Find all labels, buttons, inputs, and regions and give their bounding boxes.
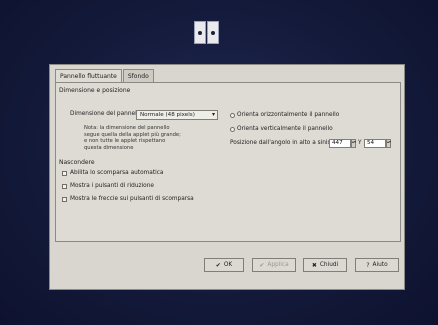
ok-button[interactable]: ✔ OK [204,258,244,272]
orient-horizontal-radio[interactable] [230,113,235,118]
group-hide-title: Nascondere [59,159,95,166]
show-arrows-checkbox[interactable] [62,197,67,202]
ok-label: OK [223,262,233,268]
chevron-down-icon: ▾ [211,111,215,118]
close-label: Chiudi [319,262,339,268]
help-icon: ? [366,261,370,269]
auto-hide-checkbox[interactable] [62,171,67,176]
ok-icon: ✔ [215,261,221,269]
y-position-input[interactable]: 54 [364,139,386,148]
orient-vertical-radio[interactable] [230,127,235,132]
tab-floating-panel[interactable]: Pannello fluttuante [55,69,122,82]
auto-hide-label[interactable]: Abilita lo scomparsa automatica [70,170,163,176]
close-icon: ✖ [311,261,317,269]
group-size-position-title: Dimensione e posizione [59,87,131,94]
x-position-input[interactable]: 447 [329,139,351,148]
panel-applet[interactable] [194,21,219,44]
tab-background[interactable]: Sfondo [122,69,154,82]
orient-horizontal-label[interactable]: Orienta orizzontalmente il pannello [237,112,339,118]
y-position-label: Y [358,140,362,146]
show-arrows-label[interactable]: Mostra le freccie sui pulsanti di scompa… [70,196,194,202]
shrink-buttons-label[interactable]: Mostra i pulsanti di riduzione [70,183,154,189]
orient-vertical-label[interactable]: Orienta verticalmente il pannello [237,126,333,132]
tab-bar: Pannello fluttuante Sfondo [55,69,155,82]
panel-size-label: Dimensione del pannello: [70,111,144,117]
panel-properties-dialog: Pannello fluttuante Sfondo Dimensione e … [49,64,405,290]
panel-applet-right-icon [207,21,219,44]
apply-icon: ✔ [259,261,265,269]
panel-applet-left-icon [194,21,206,44]
apply-button[interactable]: ✔ Applica [252,258,296,272]
x-position-spin-button[interactable]: ▴▾ [351,139,356,148]
shrink-buttons-checkbox[interactable] [62,184,67,189]
apply-label: Applica [267,262,289,268]
tab-content: Dimensione e posizione Dimensione del pa… [55,82,401,242]
help-label: Aiuto [372,262,388,268]
panel-size-combo[interactable]: Normale (48 pixels) ▾ [136,110,218,120]
close-button[interactable]: ✖ Chiudi [303,258,347,272]
panel-size-value: Normale (48 pixels) [140,112,195,118]
size-note: Nota: la dimensione del pannello segue q… [84,125,181,151]
help-button[interactable]: ? Aiuto [355,258,399,272]
y-position-spin-button[interactable]: ▴▾ [386,139,391,148]
